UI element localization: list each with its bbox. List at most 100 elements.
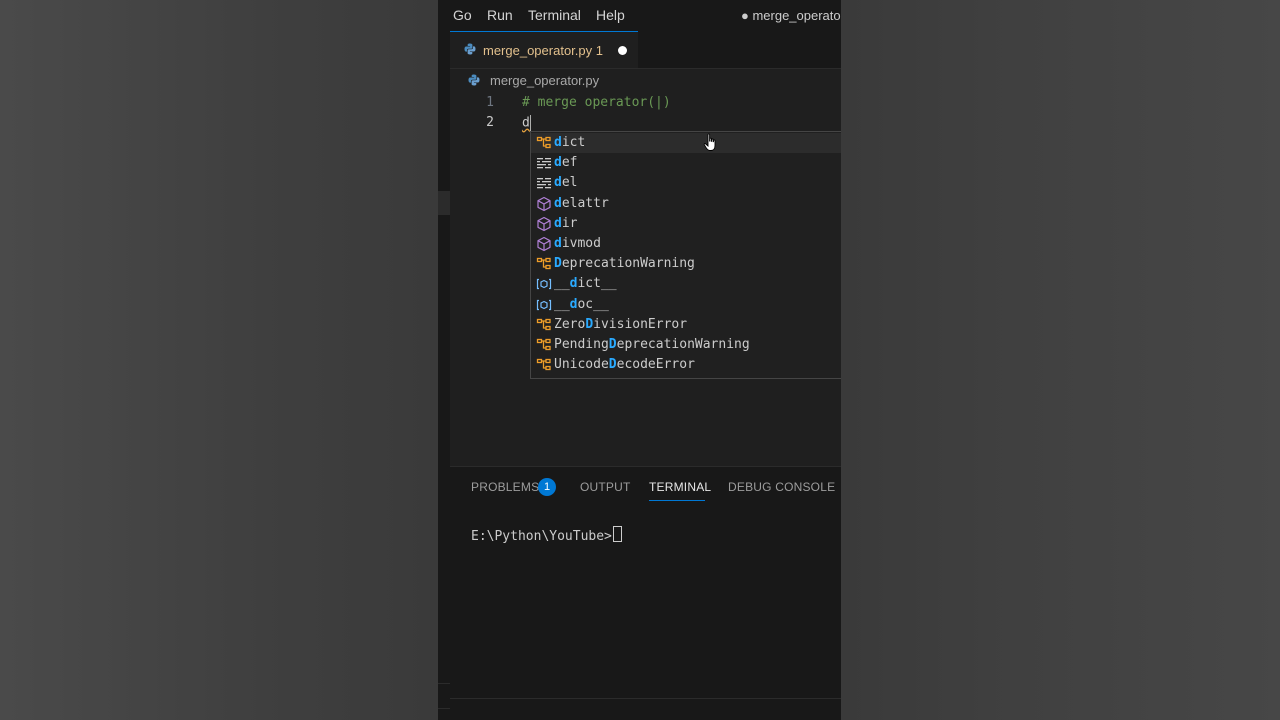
tab-merge-operator[interactable]: merge_operator.py 1 <box>450 31 638 68</box>
suggestion-item[interactable]: UnicodeDecodeError <box>531 355 841 375</box>
suggestion-suffix: ecodeError <box>616 357 695 373</box>
suggestion-item[interactable]: def <box>531 153 841 173</box>
terminal-cursor <box>612 526 622 542</box>
suggestion-item[interactable]: DeprecationWarning <box>531 254 841 274</box>
symbol-function-icon <box>536 216 552 232</box>
suggestion-suffix: oc__ <box>577 296 609 312</box>
suggestion-label: def <box>554 155 577 170</box>
code-line: # merge operator(|) <box>522 95 671 110</box>
blurred-background-right <box>841 0 1280 720</box>
text-caret <box>529 115 532 131</box>
suggestion-label: dir <box>554 216 577 231</box>
suggestion-label: del <box>554 175 577 190</box>
suggestion-suffix: ivmod <box>561 236 601 251</box>
symbol-function-icon <box>536 196 552 212</box>
line-number: 2 <box>486 115 494 130</box>
suggestion-prefix: Unicode <box>554 357 609 373</box>
suggestion-item[interactable]: __dict__ <box>531 274 841 294</box>
suggestion-match: d <box>554 236 562 251</box>
symbol-class-icon <box>536 317 552 333</box>
terminal-prompt-text: E:\Python\YouTube> <box>471 529 612 544</box>
activity-bar <box>438 31 450 720</box>
bottom-panel: PROBLEMS 1 OUTPUT TERMINAL DEBUG CONSOLE… <box>450 466 841 699</box>
suggestion-suffix: eprecationWarning <box>561 256 695 272</box>
suggestion-label: divmod <box>554 236 601 251</box>
menu-terminal[interactable]: Terminal <box>528 7 581 23</box>
suggestion-item[interactable]: divmod <box>531 234 841 254</box>
status-bar <box>450 698 841 720</box>
typed-text: d <box>522 115 530 131</box>
activity-bar-item[interactable] <box>438 683 450 709</box>
suggestion-item[interactable]: delattr <box>531 194 841 214</box>
problems-count-badge: 1 <box>538 478 556 496</box>
suggestion-prefix: __ <box>554 296 570 312</box>
python-file-icon <box>464 43 476 55</box>
suggestion-match: d <box>554 155 562 171</box>
suggestion-suffix: elattr <box>561 195 609 211</box>
suggestion-item[interactable]: PendingDeprecationWarning <box>531 335 841 355</box>
suggestion-suffix: el <box>561 175 578 191</box>
tab-terminal[interactable]: TERMINAL <box>649 480 711 494</box>
suggestion-label: DeprecationWarning <box>554 256 695 271</box>
tab-debug-console[interactable]: DEBUG CONSOLE <box>728 480 835 494</box>
active-tab-indicator <box>649 500 705 501</box>
window-title: ● merge_operator <box>741 8 841 23</box>
tab-output[interactable]: OUTPUT <box>580 480 631 494</box>
suggestion-suffix: ict <box>561 135 586 150</box>
suggestion-item[interactable]: ZeroDivisionError <box>531 315 841 335</box>
suggestion-suffix: ict__ <box>577 276 617 292</box>
activity-bar-item[interactable] <box>438 191 450 215</box>
suggestion-match: D <box>608 337 617 352</box>
symbol-variable-icon <box>536 297 552 313</box>
breadcrumb: merge_operator.py <box>450 68 841 92</box>
menu-go[interactable]: Go <box>453 7 472 23</box>
symbol-function-icon <box>536 236 552 252</box>
symbol-keyword-icon <box>536 175 552 191</box>
hand-pointer-icon <box>703 133 716 151</box>
terminal-prompt[interactable]: E:\Python\YouTube> <box>471 526 622 544</box>
suggestion-match: d <box>554 175 562 191</box>
suggestion-label: __doc__ <box>554 297 609 312</box>
suggestion-prefix: Pending <box>554 337 609 352</box>
menu-run[interactable]: Run <box>487 7 513 23</box>
suggestion-label: PendingDeprecationWarning <box>554 337 750 352</box>
suggestion-match: D <box>554 256 562 272</box>
suggestion-label: delattr <box>554 196 609 211</box>
suggestion-suffix: ivisionError <box>593 316 688 332</box>
suggestion-label: UnicodeDecodeError <box>554 357 695 372</box>
suggestion-item[interactable]: __doc__ <box>531 295 841 315</box>
suggestion-label: ZeroDivisionError <box>554 317 687 332</box>
suggestion-widget: dict def del delattr dir divmod DeprecationWar… <box>530 131 841 379</box>
suggestion-match: d <box>554 215 562 231</box>
suggestion-item[interactable]: dict <box>531 133 841 153</box>
suggestion-suffix: ir <box>561 215 578 231</box>
code-line: d <box>522 115 532 131</box>
suggestion-item[interactable]: dir <box>531 214 841 234</box>
menu-help[interactable]: Help <box>596 7 625 23</box>
vscode-window: Go Run Terminal Help ● merge_operator me… <box>438 0 841 720</box>
menu-bar: Go Run Terminal Help ● merge_operator <box>438 0 841 31</box>
line-number: 1 <box>486 95 494 110</box>
suggestion-label: __dict__ <box>554 276 617 291</box>
symbol-class-icon <box>536 337 552 353</box>
symbol-class-icon <box>536 256 552 272</box>
suggestion-match: D <box>585 316 594 332</box>
python-file-icon <box>468 74 480 86</box>
suggestion-suffix: eprecationWarning <box>616 337 750 352</box>
symbol-variable-icon <box>536 276 552 292</box>
suggestion-prefix: __ <box>554 276 570 292</box>
suggestion-match: d <box>554 195 562 211</box>
symbol-class-icon <box>536 357 552 373</box>
symbol-class-icon <box>536 135 552 151</box>
suggestion-label: dict <box>554 135 585 150</box>
blurred-background-left <box>0 0 438 720</box>
suggestion-match: d <box>554 135 562 150</box>
suggestion-match: D <box>608 357 617 373</box>
tab-problems[interactable]: PROBLEMS <box>471 480 539 494</box>
symbol-keyword-icon <box>536 155 552 171</box>
editor-tab-bar: merge_operator.py 1 <box>450 31 841 69</box>
unsaved-dot-icon[interactable] <box>618 46 627 55</box>
suggestion-item[interactable]: del <box>531 173 841 193</box>
breadcrumb-file[interactable]: merge_operator.py <box>490 73 599 88</box>
suggestion-suffix: ef <box>561 155 578 171</box>
